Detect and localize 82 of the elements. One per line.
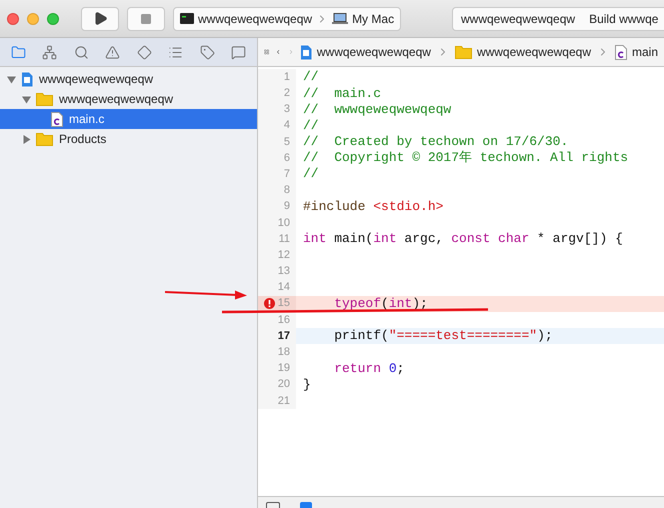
tag-icon bbox=[200, 44, 215, 60]
jump-bar-item[interactable]: wwwqeweqwewqeqw bbox=[300, 43, 431, 61]
expanded-triangle-icon[interactable] bbox=[22, 94, 30, 104]
navigator-tab[interactable] bbox=[135, 43, 154, 61]
project-file-icon bbox=[21, 72, 33, 86]
toggle-icon[interactable] bbox=[300, 502, 312, 508]
jump-bar-item[interactable]: wwwqeweqwewqeqw bbox=[454, 43, 591, 61]
navigator-tab[interactable] bbox=[40, 43, 59, 61]
line-number: 4 bbox=[284, 118, 290, 134]
list-icon bbox=[168, 44, 184, 60]
folder-icon bbox=[10, 44, 26, 60]
tree-item-label: wwwqeweqwewqeqw bbox=[59, 91, 174, 108]
run-button[interactable] bbox=[81, 6, 119, 30]
line-number: 12 bbox=[278, 248, 290, 263]
jump-bar-item[interactable]: main bbox=[615, 43, 658, 61]
line-number: 2 bbox=[284, 86, 290, 102]
code-text: // bbox=[303, 116, 319, 135]
zoom-window-button[interactable] bbox=[47, 12, 59, 24]
activity-status: Build wwwqe bbox=[589, 10, 658, 28]
stop-icon bbox=[140, 12, 152, 24]
code-text: // Created by techown on 17/6/30. bbox=[303, 133, 568, 150]
tree-item-label: Products bbox=[59, 131, 106, 148]
line-number: 3 bbox=[284, 102, 290, 118]
search-icon bbox=[74, 44, 89, 60]
line-number: 10 bbox=[278, 216, 290, 231]
scheme-name: wwwqeweqwewqeqw bbox=[198, 10, 312, 28]
line-number: 18 bbox=[278, 345, 290, 360]
terminal-icon bbox=[180, 13, 194, 24]
tree-item[interactable]: main.c bbox=[0, 109, 257, 129]
code-text: int main(int argc, const char * argv[]) { bbox=[303, 230, 623, 248]
line-number: 6 bbox=[284, 150, 290, 166]
line-number: 13 bbox=[278, 264, 290, 280]
stop-button[interactable] bbox=[127, 6, 165, 30]
expanded-triangle-icon[interactable] bbox=[6, 74, 16, 84]
line-number: 16 bbox=[278, 312, 290, 328]
laptop-icon bbox=[332, 13, 348, 24]
code-text: } bbox=[303, 376, 311, 394]
activity-scheme: wwwqeweqwewqeqw bbox=[461, 10, 576, 28]
folder-icon bbox=[36, 92, 53, 106]
c-file-icon bbox=[615, 44, 627, 60]
tree-item[interactable]: Products bbox=[0, 129, 257, 149]
line-number: 11 bbox=[278, 232, 290, 247]
scheme-selector[interactable]: wwwqeweqwewqeqw My Mac bbox=[173, 6, 402, 30]
line-number: 17 bbox=[278, 328, 290, 344]
folder-icon bbox=[454, 45, 472, 59]
line-number: 15 bbox=[278, 296, 290, 312]
warning-icon bbox=[105, 44, 120, 60]
diamond-icon bbox=[136, 44, 152, 60]
c-file-icon bbox=[51, 112, 63, 126]
code-text: return 0; bbox=[333, 360, 404, 378]
play-icon bbox=[92, 11, 108, 26]
code-text: #include <stdio.h> bbox=[303, 198, 444, 216]
line-number: 19 bbox=[278, 361, 290, 376]
line-number: 20 bbox=[278, 377, 290, 392]
line-number: 9 bbox=[284, 199, 290, 214]
error-icon[interactable] bbox=[264, 298, 275, 310]
project-file-icon bbox=[300, 44, 312, 60]
code-text: // wwwqeweqwewqeqw bbox=[303, 100, 452, 119]
tree-item-label: wwwqeweqwewqeqw bbox=[39, 71, 154, 88]
code-text: printf("=====test========"); bbox=[333, 327, 553, 346]
folder-icon bbox=[36, 132, 53, 146]
line-number: 8 bbox=[284, 183, 290, 198]
toggle-icon[interactable] bbox=[266, 502, 280, 508]
code-text: // main.c bbox=[303, 84, 382, 103]
line-number: 1 bbox=[284, 70, 290, 85]
code-text: // Copyright © 2017年 techown. All rights bbox=[303, 149, 628, 168]
navigator-tab[interactable] bbox=[198, 43, 216, 61]
hierarchy-icon bbox=[42, 44, 58, 60]
tree-item[interactable]: wwwqeweqwewqeqw bbox=[0, 69, 257, 89]
line-number: 21 bbox=[278, 394, 290, 409]
line-number: 5 bbox=[284, 134, 290, 150]
code-text: // bbox=[303, 165, 319, 184]
collapsed-triangle-icon[interactable] bbox=[22, 134, 30, 144]
speech-bubble-icon bbox=[231, 44, 246, 60]
tree-item-label: main.c bbox=[69, 111, 104, 128]
tree-item[interactable]: wwwqeweqwewqeqw bbox=[0, 89, 257, 109]
code-text: // bbox=[303, 68, 319, 86]
line-number: 7 bbox=[284, 166, 290, 182]
line-number: 14 bbox=[278, 280, 290, 296]
close-window-button[interactable] bbox=[7, 12, 19, 24]
destination-name: My Mac bbox=[352, 10, 394, 28]
code-text: typeof(int); bbox=[333, 294, 428, 313]
